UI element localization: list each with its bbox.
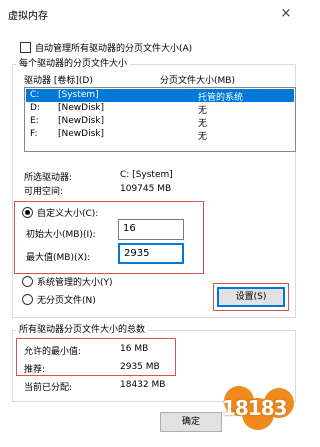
header-drive: 驱动器 [卷标](D) [24, 76, 93, 86]
recommended-label: 推荐: [24, 365, 46, 375]
recommended-value: 2935 MB [120, 362, 160, 372]
max-size-input[interactable]: 2935 [118, 243, 184, 264]
drive-label: [NewDisk] [58, 116, 104, 126]
initial-size-input[interactable]: 16 [118, 219, 184, 240]
watermark-logo: 18183 [218, 380, 304, 442]
max-size-label: 最大值(MB)(X): [26, 253, 91, 263]
minimum-allowed-label: 允许的最小值: [24, 347, 82, 357]
ok-button[interactable]: 确定 [160, 412, 222, 432]
drive-group-title: 每个驱动器的分页文件大小 [16, 56, 131, 69]
drive-row[interactable]: F: [NewDisk] 无 [26, 128, 294, 142]
drive-letter: E: [30, 116, 39, 126]
system-managed-radio[interactable] [22, 276, 33, 287]
drive-row-selected[interactable]: C: [System] 托管的系统 [26, 89, 294, 103]
currently-allocated-label: 当前已分配: [24, 383, 73, 393]
drive-listbox[interactable]: C: [System] 托管的系统 D: [NewDisk] 无 E: [New… [24, 87, 296, 152]
drive-letter: C: [30, 90, 40, 100]
drive-row[interactable]: D: [NewDisk] 无 [26, 102, 294, 116]
system-managed-label: 系统管理的大小(Y) [37, 278, 113, 288]
auto-manage-label: 自动管理所有驱动器的分页文件大小(A) [35, 44, 193, 54]
minimum-allowed-value: 16 MB [120, 344, 149, 354]
drive-label: [System] [58, 90, 99, 100]
drive-letter: F: [30, 129, 38, 139]
available-space-value: 109745 MB [120, 184, 172, 194]
custom-size-label: 自定义大小(C): [37, 209, 99, 219]
set-button[interactable]: 设置(S) [217, 287, 285, 307]
auto-manage-checkbox[interactable] [20, 42, 31, 53]
drive-label: [NewDisk] [58, 129, 104, 139]
header-size: 分页文件大小(MB) [160, 76, 235, 86]
no-paging-label: 无分页文件(N) [37, 296, 96, 306]
drive-letter: D: [30, 103, 40, 113]
initial-size-label: 初始大小(MB)(I): [26, 230, 96, 240]
radio-selected-dot [25, 210, 30, 215]
currently-allocated-value: 18432 MB [120, 380, 166, 390]
total-group-title: 所有驱动器分页文件大小的总数 [16, 322, 149, 335]
drive-row[interactable]: E: [NewDisk] 无 [26, 115, 294, 129]
window-title: 虚拟内存 [8, 11, 48, 22]
drive-label: [NewDisk] [58, 103, 104, 113]
watermark-text: 18183 [222, 396, 288, 420]
selected-drive-label: 所选驱动器: [24, 173, 73, 183]
drive-size: 无 [198, 132, 208, 142]
available-space-label: 可用空间: [24, 187, 64, 197]
custom-size-radio[interactable] [22, 207, 33, 218]
close-icon[interactable]: × [272, 4, 300, 24]
no-paging-radio[interactable] [22, 294, 33, 305]
selected-drive-value: C: [System] [120, 170, 173, 180]
